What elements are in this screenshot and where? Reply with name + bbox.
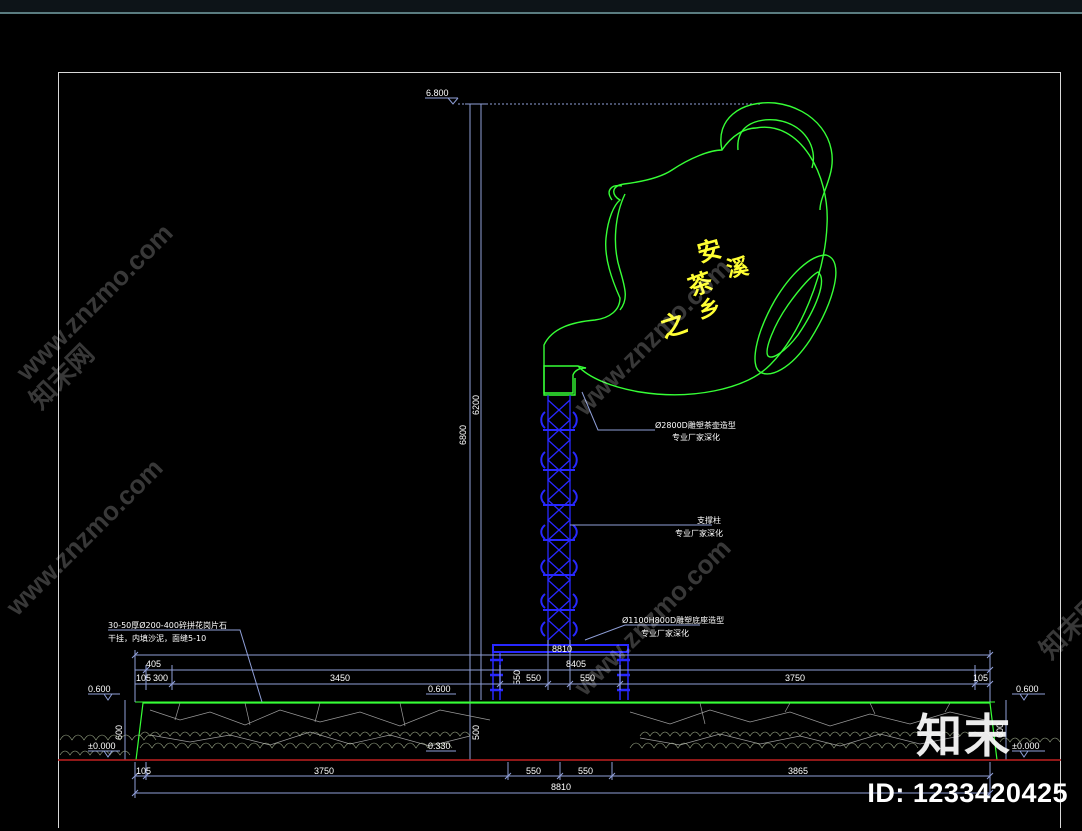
bottom-dimension-chain <box>131 762 994 798</box>
elev-mid-lower: 0.330 <box>428 741 451 751</box>
stone-base <box>58 701 1061 761</box>
dim-top-seg-right: 3750 <box>785 673 805 683</box>
dim-top-seg-end: 105 <box>973 673 988 683</box>
dim-bottom-seg-d: 3865 <box>788 766 808 776</box>
callout-stone-1: 30-50厚Ø200-400碎拼花岗片石 <box>108 620 227 630</box>
callout-column-1: 支撑柱 <box>697 515 721 525</box>
teapot-sculpture <box>543 102 837 396</box>
dim-top-left-a: 105 <box>136 673 151 683</box>
id-label: ID: 1233420425 <box>867 778 1068 808</box>
elev-left-grade: 0.600 <box>88 684 111 694</box>
elev-mid-upper: 0.600 <box>428 684 451 694</box>
dim-bottom-seg-a: 105 <box>136 766 151 776</box>
dim-bottom-seg-c2: 550 <box>578 766 593 776</box>
dim-upper-height: 6200 <box>471 395 481 415</box>
vertical-dimensions: 6800 6200 500 600 550 600 <box>114 103 1007 761</box>
dim-top-seg-left: 3450 <box>330 673 350 683</box>
callout-teapot-2: 专业厂家深化 <box>672 432 720 442</box>
brand-logo-text: 知末 <box>916 709 1012 763</box>
dim-base-b: 500 <box>471 725 481 740</box>
dim-top-seg-c1: 550 <box>526 673 541 683</box>
dim-bottom-seg-b: 3750 <box>314 766 334 776</box>
dim-top-left-b: 300 <box>153 673 168 683</box>
elev-left-base: ±0.000 <box>88 741 115 751</box>
elev-right-grade: 0.600 <box>1016 684 1039 694</box>
elev-top-label: 6.800 <box>426 88 449 98</box>
dim-bottom-overall: 8810 <box>551 782 571 792</box>
callout-teapot-1: Ø2800D雕塑茶壶造型 <box>655 420 736 430</box>
callout-stone-2: 干挂，内填沙泥，面缝5-10 <box>108 633 206 643</box>
dim-top-left-group: 405 <box>146 659 161 669</box>
dim-base-a: 600 <box>114 725 124 740</box>
elev-right-base: ±0.000 <box>1012 741 1039 751</box>
dim-plinth: 550 <box>512 670 522 685</box>
dim-total-height: 6800 <box>458 425 468 445</box>
dim-bottom-seg-c1: 550 <box>526 766 541 776</box>
dim-top-overall: 8810 <box>552 644 572 654</box>
top-elevation-marker: 6.800 <box>425 88 760 105</box>
